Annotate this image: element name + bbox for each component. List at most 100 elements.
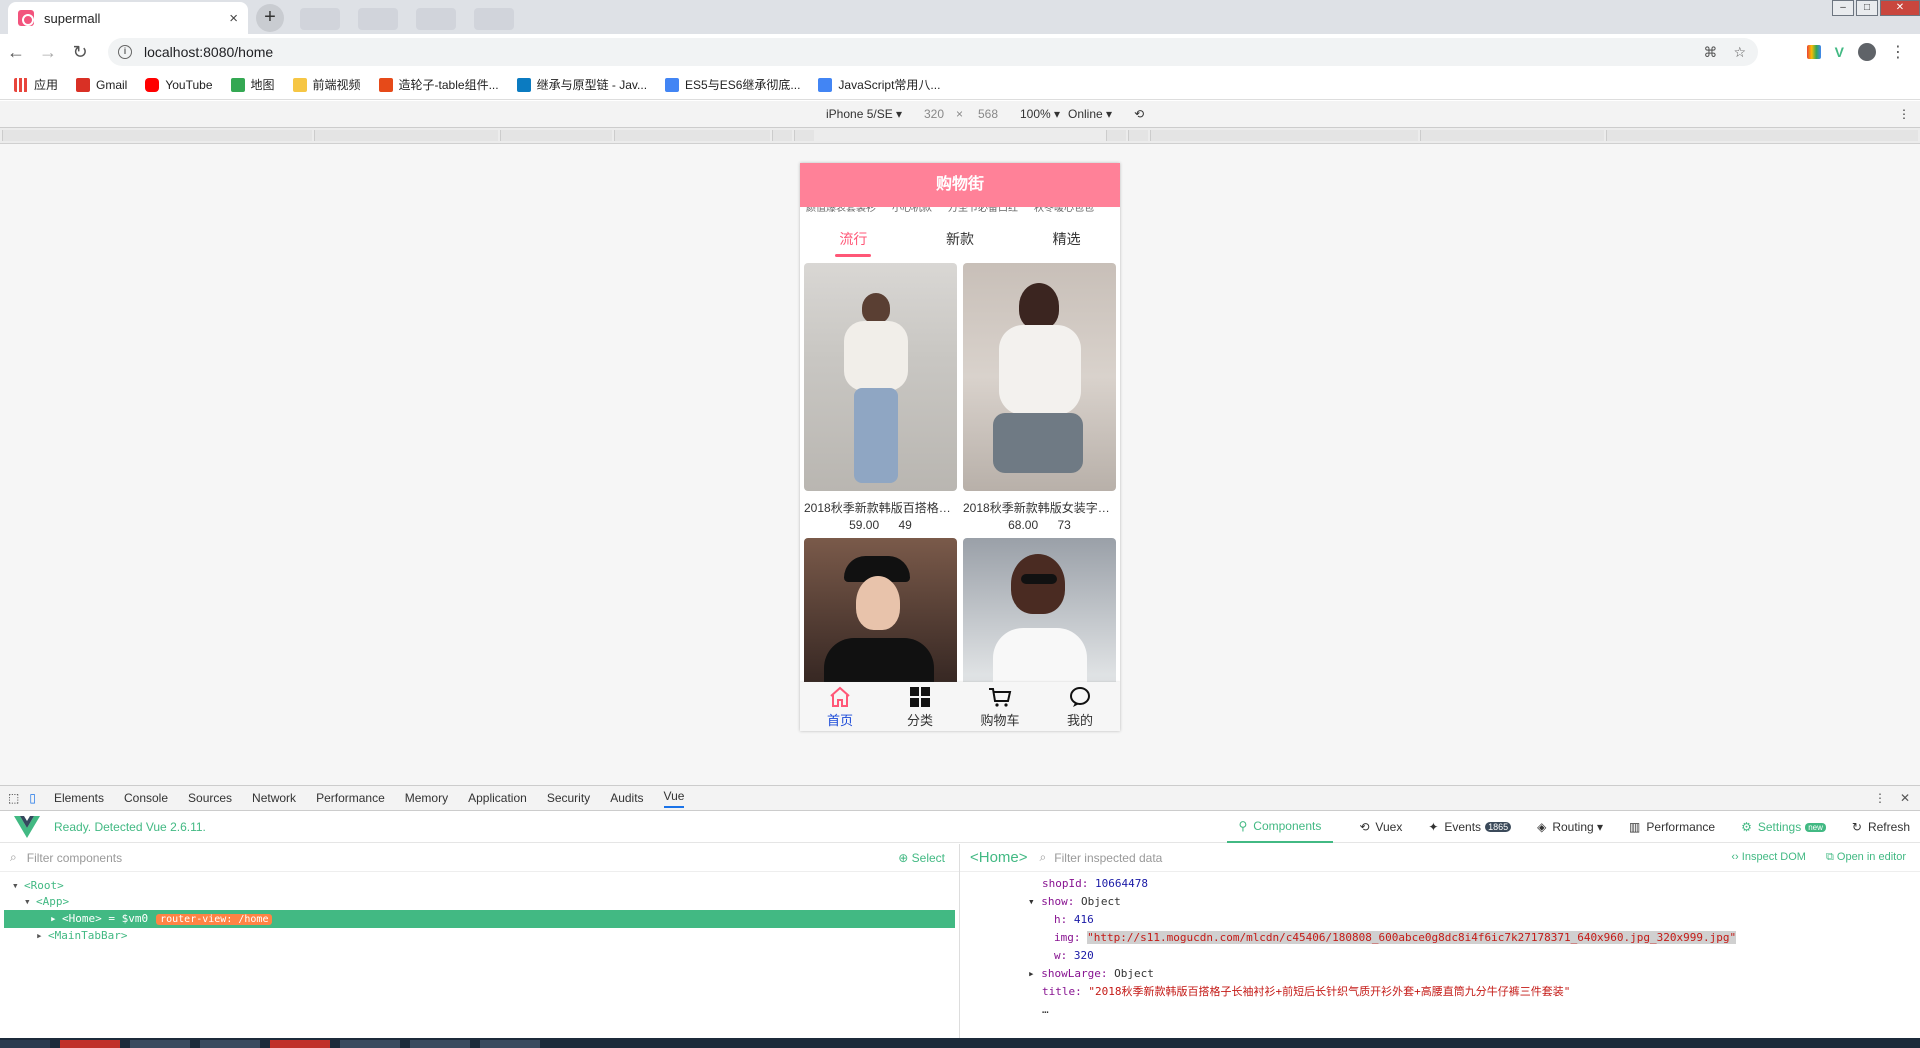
caret-right-icon[interactable]: ▸ [36,928,48,944]
vue-menu-vuex[interactable]: ⟲ Vuex [1359,811,1402,843]
back-icon[interactable]: ← [0,42,32,63]
taskbar-app[interactable] [480,1040,540,1048]
prop-row[interactable]: h: 416 [960,911,1920,929]
bookmark-prototype-chain[interactable]: 继承与原型链 - Jav... [516,76,647,93]
prop-row[interactable]: w: 320 [960,947,1920,965]
prop-row[interactable]: ▸ showLarge: Object [960,965,1920,983]
caret-down-icon[interactable]: ▾ [12,878,24,894]
taskbar-app[interactable] [270,1040,330,1048]
caret-down-icon[interactable]: ▾ [24,894,36,910]
media-query-bar[interactable] [772,130,792,141]
device-menu-icon[interactable]: ⋮ [1898,107,1910,121]
media-query-bar[interactable] [2,130,312,141]
browser-tab[interactable]: supermall × [8,2,248,34]
tab-new[interactable]: 新款 [907,219,1014,263]
recommend-item[interactable]: 小心机款 [892,207,932,219]
devtools-tab[interactable]: Application [468,791,527,805]
forward-icon[interactable]: → [32,42,64,63]
profile-icon[interactable] [1858,43,1876,61]
taskbar-app[interactable] [340,1040,400,1048]
filter-inspected-data-input[interactable]: Filter inspected data [1054,851,1162,865]
menu-kebab-icon[interactable]: ⋮ [1890,42,1906,62]
devtools-tab[interactable]: Network [252,791,296,805]
background-tab[interactable] [300,8,340,30]
maximize-icon[interactable]: □ [1856,0,1878,16]
taskbar-app[interactable] [130,1040,190,1048]
new-tab-button[interactable]: + [256,4,284,32]
tabbar-item-category[interactable]: 分类 [880,682,960,731]
tree-node-app[interactable]: ▾ <App> [0,894,959,910]
caret-right-icon[interactable]: ▸ [50,910,62,928]
height-input[interactable]: 568 [978,107,998,121]
bookmark-maps[interactable]: 地图 [230,76,275,93]
bookmark-javascript[interactable]: JavaScript常用八... [818,76,940,93]
select-component-button[interactable]: ⊕ Select [898,851,945,865]
minimize-icon[interactable]: – [1832,0,1854,16]
taskbar-app[interactable] [410,1040,470,1048]
devtools-tab[interactable]: Audits [610,791,643,805]
goods-item[interactable]: 2018秋季新款韩版百搭格子长袖衬衫+前短后长针织气质开衫外套+高腰直筒九分牛仔… [804,263,957,532]
goods-image[interactable] [963,263,1116,491]
tabbar-item-profile[interactable]: 我的 [1040,682,1120,731]
taskbar-app[interactable] [60,1040,120,1048]
open-in-editor-link[interactable]: ⧉ Open in editor [1826,851,1906,864]
recommend-item[interactable]: 万圣节必备口红 [948,207,1018,219]
tabbar-item-cart[interactable]: 购物车 [960,682,1040,731]
address-bar[interactable]: i localhost:8080/home ⌘ ☆ [108,38,1758,66]
media-query-bar[interactable] [1420,130,1604,141]
zoom-select[interactable]: 100% ▾ [1020,107,1060,121]
width-input[interactable]: 320 [924,107,944,121]
taskbar-app[interactable] [200,1040,260,1048]
start-button[interactable] [0,1040,50,1048]
rotate-icon[interactable]: ⟲ [1134,107,1144,121]
bookmark-youtube[interactable]: YouTube [145,77,213,92]
vue-menu-events[interactable]: ✦ Events 1865 [1428,811,1512,843]
close-tab-icon[interactable]: × [229,10,238,27]
devtools-tab-vue[interactable]: Vue [663,789,685,808]
media-query-bar[interactable] [500,130,612,141]
media-query-bar[interactable] [794,130,814,141]
vue-menu-refresh[interactable]: ↻ Refresh [1852,811,1910,843]
close-window-icon[interactable]: ✕ [1880,0,1920,16]
devtools-tab[interactable]: Performance [316,791,385,805]
tabbar-item-home[interactable]: 首页 [800,682,880,731]
devtools-tab[interactable]: Console [124,791,168,805]
vue-devtools-extension-icon[interactable]: V [1835,44,1844,60]
devtools-tab[interactable]: Sources [188,791,232,805]
devtools-tab[interactable]: Security [547,791,590,805]
recommend-item[interactable]: 颜值爆表套装衫 [806,207,876,219]
background-tab[interactable] [474,8,514,30]
media-query-bar[interactable] [614,130,770,141]
background-tab[interactable] [416,8,456,30]
prop-row[interactable]: title: "2018秋季新款韩版百搭格子长袖衬衫+前短后长针织气质开衫外套+… [960,983,1920,1001]
site-info-icon[interactable]: i [118,45,132,59]
tree-node-home[interactable]: ▸ <Home> = $vm0 router-view: /home [4,910,955,928]
bookmark-table-component[interactable]: 造轮子-table组件... [378,76,499,93]
bookmark-folder-frontend-video[interactable]: 前端视频 [292,76,361,93]
tab-selected[interactable]: 精选 [1013,219,1120,263]
network-select[interactable]: Online ▾ [1068,107,1112,121]
bookmark-star-icon[interactable]: ☆ [1733,44,1746,61]
media-query-bar[interactable] [1128,130,1148,141]
filter-components-input[interactable]: Filter components [27,851,122,865]
media-query-bar[interactable] [1606,130,1918,141]
prop-row[interactable]: img: "http://s11.mogucdn.com/mlcdn/c4540… [960,929,1920,947]
devtools-tab[interactable]: Elements [54,791,104,805]
devtools-menu-icon[interactable]: ⋮ [1874,791,1886,805]
background-tab[interactable] [358,8,398,30]
inspect-dom-link[interactable]: ‹› Inspect DOM [1731,851,1806,864]
device-toggle-icon[interactable]: ▯ [29,791,36,805]
goods-item[interactable]: 2018秋季新款韩版女装字母宽松毛衣 68.00 73 [963,263,1116,532]
tree-node-root[interactable]: ▾ <Root> [0,878,959,894]
vue-menu-settings[interactable]: ⚙ Settings new [1741,811,1826,843]
vue-menu-performance[interactable]: ▥ Performance [1629,811,1715,843]
bookmark-es5-es6[interactable]: ES5与ES6继承彻底... [665,76,800,93]
media-query-bar[interactable] [1150,130,1418,141]
caret-right-icon[interactable]: ▸ [1028,967,1041,980]
vue-menu-components[interactable]: ⚲ Components [1226,811,1334,843]
reload-icon[interactable]: ↻ [64,42,96,63]
recommend-item[interactable]: 秋冬暖心包包 [1034,207,1094,219]
bookmark-apps[interactable]: 应用 [14,76,58,93]
prop-row[interactable]: shopId: 10664478 [960,875,1920,893]
tab-popular[interactable]: 流行 [800,219,907,263]
